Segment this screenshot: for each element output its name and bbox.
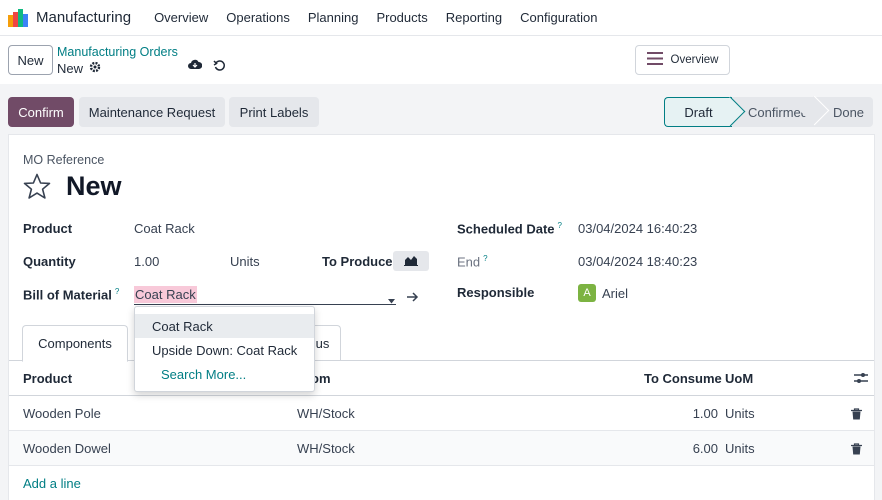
row-uom: Units	[725, 406, 755, 421]
app-name[interactable]: Manufacturing	[36, 9, 131, 26]
bom-label-wrap: Bill of Material?	[23, 287, 119, 302]
bom-input-value: Coat Rack	[134, 286, 197, 303]
forecast-chart-button[interactable]	[393, 251, 429, 271]
row-from: WH/Stock	[297, 406, 355, 421]
quantity-label: Quantity	[23, 254, 76, 269]
end-help-icon[interactable]: ?	[483, 254, 487, 263]
nav-planning[interactable]: Planning	[299, 10, 368, 25]
row-from: WH/Stock	[297, 441, 355, 456]
tab-components[interactable]: Components	[22, 325, 128, 362]
row-product: Wooden Pole	[23, 406, 101, 421]
bom-input[interactable]: Coat Rack	[134, 283, 396, 305]
breadcrumb-current-label: New	[57, 61, 84, 76]
area-chart-icon	[404, 254, 418, 269]
new-button[interactable]: New	[8, 45, 53, 75]
quantity-uom[interactable]: Units	[230, 254, 260, 269]
scheduled-date-label-wrap: Scheduled Date?	[457, 221, 562, 236]
stage-draft[interactable]: Draft	[664, 97, 732, 127]
responsible-label: Responsible	[457, 285, 535, 300]
manufacturing-app-icon[interactable]	[8, 8, 28, 27]
nav-products[interactable]: Products	[367, 10, 436, 25]
hamburger-icon	[646, 52, 663, 68]
end-label-wrap: End?	[457, 254, 488, 269]
add-line-link[interactable]: Add a line	[23, 476, 81, 491]
quantity-field[interactable]: 1.00	[134, 254, 159, 269]
product-label: Product	[23, 221, 73, 236]
gear-icon[interactable]	[89, 61, 101, 76]
col-uom[interactable]: UoM	[725, 371, 753, 386]
control-panel: New Manufacturing Orders New Overview	[0, 36, 882, 84]
end-date-field[interactable]: 03/04/2024 18:40:23	[578, 254, 697, 269]
avatar: A	[578, 284, 596, 302]
confirm-button[interactable]: Confirm	[8, 97, 74, 127]
bom-help-icon[interactable]: ?	[115, 287, 119, 296]
scheduled-help-icon[interactable]: ?	[558, 221, 562, 230]
col-to-consume[interactable]: To Consume	[644, 371, 722, 386]
dropdown-option-upside-down[interactable]: Upside Down: Coat Rack	[135, 338, 314, 362]
table-row[interactable]: Wooden Pole WH/Stock 1.00 Units	[9, 396, 874, 431]
to-produce-label: To Produce	[322, 254, 393, 269]
col-product[interactable]: Product	[23, 371, 72, 386]
scheduled-date-label: Scheduled Date	[457, 221, 555, 237]
overview-label: Overview	[670, 54, 719, 66]
row-to-consume: 1.00	[692, 406, 718, 421]
responsible-name: Ariel	[602, 285, 629, 301]
breadcrumb-parent[interactable]: Manufacturing Orders	[57, 45, 178, 59]
bom-autocomplete-dropdown: Coat Rack Upside Down: Coat Rack Search …	[134, 306, 315, 392]
discard-undo-icon[interactable]	[213, 59, 226, 75]
internal-link-arrow-icon[interactable]	[407, 290, 419, 305]
caret-down-icon[interactable]	[388, 292, 395, 307]
row-to-consume: 6.00	[692, 441, 718, 456]
product-field[interactable]: Coat Rack	[134, 221, 195, 236]
mo-reference-label: MO Reference	[23, 153, 105, 167]
dropdown-option-coat-rack[interactable]: Coat Rack	[135, 314, 314, 338]
nav-configuration[interactable]: Configuration	[511, 10, 606, 25]
dropdown-search-more[interactable]: Search More...	[135, 362, 314, 386]
nav-reporting[interactable]: Reporting	[437, 10, 511, 25]
nav-overview[interactable]: Overview	[145, 10, 217, 25]
row-uom: Units	[725, 441, 755, 456]
print-labels-button[interactable]: Print Labels	[229, 97, 319, 127]
stage-pipeline: Draft Confirmed Done	[664, 97, 873, 127]
save-cloud-icon[interactable]	[188, 59, 203, 74]
statusbar: Confirm Maintenance Request Print Labels…	[0, 84, 882, 134]
trash-icon[interactable]	[851, 408, 862, 423]
row-product: Wooden Dowel	[23, 441, 111, 456]
bom-label: Bill of Material	[23, 287, 112, 303]
nav-operations[interactable]: Operations	[217, 10, 299, 25]
record-title: New	[66, 171, 122, 201]
end-label: End	[457, 254, 481, 270]
table-row[interactable]: Wooden Dowel WH/Stock 6.00 Units	[9, 431, 874, 466]
trash-icon[interactable]	[851, 443, 862, 458]
overview-button[interactable]: Overview	[635, 45, 730, 75]
responsible-field[interactable]: A Ariel	[578, 284, 628, 302]
optional-columns-icon[interactable]	[854, 372, 868, 387]
star-icon[interactable]	[23, 173, 51, 203]
breadcrumb-current: New	[57, 61, 101, 76]
scheduled-date-field[interactable]: 03/04/2024 16:40:23	[578, 221, 697, 236]
top-navbar: Manufacturing Overview Operations Planni…	[0, 0, 882, 36]
maintenance-request-button[interactable]: Maintenance Request	[79, 97, 225, 127]
